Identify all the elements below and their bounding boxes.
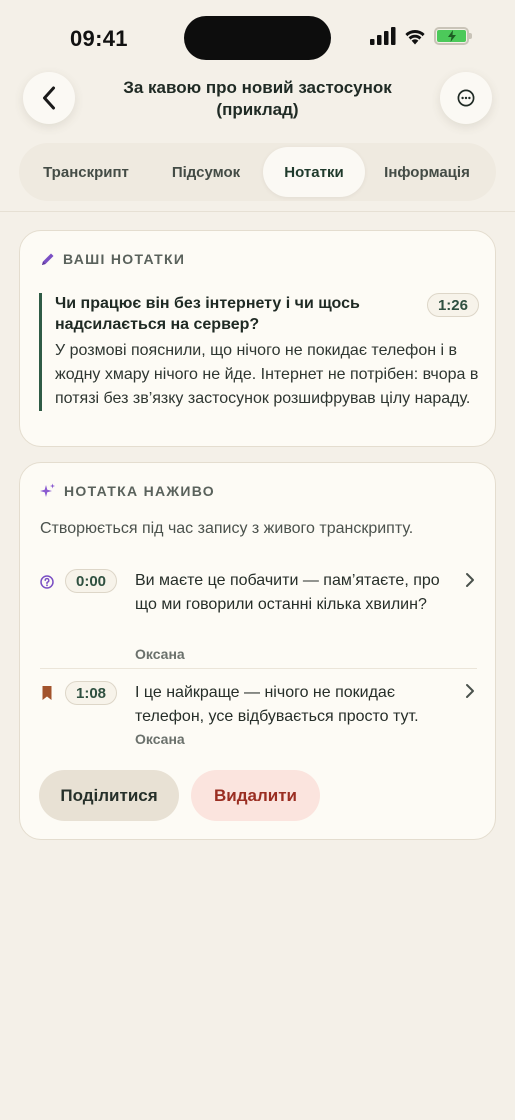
- status-icons: [370, 27, 472, 45]
- live-note-item[interactable]: 1:08 І це найкраще — нічого не покидає т…: [40, 668, 477, 748]
- your-notes-card: ВАШІ НОТАТКИ Чи працює він без інтернету…: [19, 230, 496, 447]
- bookmark-icon: [42, 686, 52, 700]
- your-notes-heading: ВАШІ НОТАТКИ: [63, 251, 186, 267]
- sparkles-icon: [40, 483, 55, 497]
- delete-button[interactable]: Видалити: [191, 770, 320, 821]
- user-note[interactable]: Чи працює він без інтернету і чи щось на…: [39, 293, 479, 411]
- live-note-text: Ви маєте це побачити — пам’ятаєте, про щ…: [135, 572, 440, 613]
- chevron-right-icon: [466, 684, 474, 698]
- dynamic-island: [184, 16, 331, 60]
- status-time: 09:41: [70, 26, 128, 51]
- cellular-signal-icon: [370, 27, 396, 45]
- back-button[interactable]: [23, 72, 75, 124]
- note-timestamp-chip[interactable]: 1:26: [426, 293, 479, 317]
- tab-bar: Транскрипт Підсумок Нотатки Інформація: [19, 143, 496, 201]
- time-chip[interactable]: 0:00: [65, 569, 118, 593]
- tab-summary[interactable]: Підсумок: [149, 147, 263, 197]
- live-note-item[interactable]: 0:00 Ви маєте це побачити — пам’ятаєте, …: [40, 567, 477, 667]
- live-note-heading: НОТАТКА НАЖИВО: [64, 483, 215, 499]
- your-notes-header: ВАШІ НОТАТКИ: [40, 251, 185, 267]
- more-options-button[interactable]: [440, 72, 492, 124]
- time-chip[interactable]: 1:08: [65, 681, 118, 705]
- tab-notes[interactable]: Нотатки: [263, 147, 365, 197]
- ellipsis-circle-icon: [457, 89, 475, 107]
- pencil-icon: [42, 253, 54, 265]
- chevron-right-icon: [466, 573, 474, 587]
- tab-transcript[interactable]: Транскрипт: [23, 147, 149, 197]
- speaker-name: Оксана: [135, 731, 185, 747]
- battery-icon: [434, 27, 472, 45]
- live-note-text: І це найкраще — нічого не покидає телефо…: [135, 684, 419, 725]
- note-question: Чи працює він без інтернету і чи щось на…: [55, 295, 360, 333]
- live-note-header: НОТАТКА НАЖИВО: [40, 483, 215, 499]
- chevron-left-icon: [43, 86, 55, 110]
- live-note-card: НОТАТКА НАЖИВО Створюється під час запис…: [19, 462, 496, 840]
- status-bar: 09:41: [0, 0, 515, 76]
- wifi-icon: [405, 29, 425, 45]
- question-circle-icon: [40, 575, 54, 589]
- share-button[interactable]: Поділитися: [39, 770, 179, 821]
- page-title: За кавою про новий застосунок (приклад): [123, 78, 392, 119]
- note-answer: У розмові пояснили, що нічого не покидає…: [55, 342, 479, 407]
- tab-info[interactable]: Інформація: [365, 147, 489, 197]
- header-divider: [0, 211, 515, 212]
- live-note-subtitle: Створюється під час запису з живого тран…: [40, 520, 414, 537]
- speaker-name: Оксана: [135, 646, 185, 662]
